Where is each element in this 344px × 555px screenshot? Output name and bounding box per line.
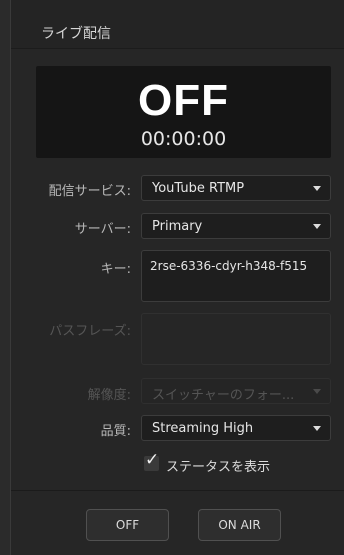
quality-value: Streaming High bbox=[152, 421, 254, 436]
show-status-label: ステータスを表示 bbox=[166, 460, 271, 475]
live-stream-panel: ライブ配信 OFF 00:00:00 配信サービス: YouTube RTMP … bbox=[10, 0, 344, 555]
key-field[interactable]: 2rse-6336-cdyr-h348-f515 bbox=[141, 250, 331, 302]
passphrase-label: パスフレーズ: bbox=[49, 324, 131, 339]
stream-timecode: 00:00:00 bbox=[140, 128, 227, 150]
key-value: 2rse-6336-cdyr-h348-f515 bbox=[150, 259, 308, 273]
show-status-checkbox[interactable]: ✓ bbox=[144, 452, 159, 471]
stream-state: OFF bbox=[138, 76, 229, 125]
server-dropdown[interactable]: Primary bbox=[141, 213, 331, 239]
resolution-value: スイッチャーのフォー... bbox=[152, 388, 295, 403]
stream-status-display: OFF 00:00:00 bbox=[36, 66, 331, 158]
chevron-down-icon bbox=[313, 426, 321, 431]
resolution-label: 解像度: bbox=[87, 388, 131, 403]
off-button[interactable]: OFF bbox=[86, 509, 169, 541]
service-dropdown[interactable]: YouTube RTMP bbox=[141, 175, 331, 201]
chevron-down-icon bbox=[313, 389, 321, 394]
on-air-button[interactable]: ON AIR bbox=[198, 509, 281, 541]
key-label: キー: bbox=[100, 262, 131, 277]
service-value: YouTube RTMP bbox=[152, 181, 245, 196]
server-label: サーバー: bbox=[74, 222, 131, 237]
panel-header: ライブ配信 bbox=[11, 0, 344, 49]
footer-divider bbox=[11, 490, 344, 491]
quality-label: 品質: bbox=[100, 424, 131, 439]
panel-title: ライブ配信 bbox=[41, 26, 111, 42]
checkmark-icon: ✓ bbox=[145, 450, 160, 470]
resolution-dropdown: スイッチャーのフォー... bbox=[141, 378, 331, 404]
service-label: 配信サービス: bbox=[48, 184, 131, 199]
quality-dropdown[interactable]: Streaming High bbox=[141, 415, 331, 441]
chevron-down-icon bbox=[313, 224, 321, 229]
chevron-down-icon bbox=[313, 186, 321, 191]
passphrase-field bbox=[141, 313, 331, 365]
server-value: Primary bbox=[152, 219, 203, 234]
